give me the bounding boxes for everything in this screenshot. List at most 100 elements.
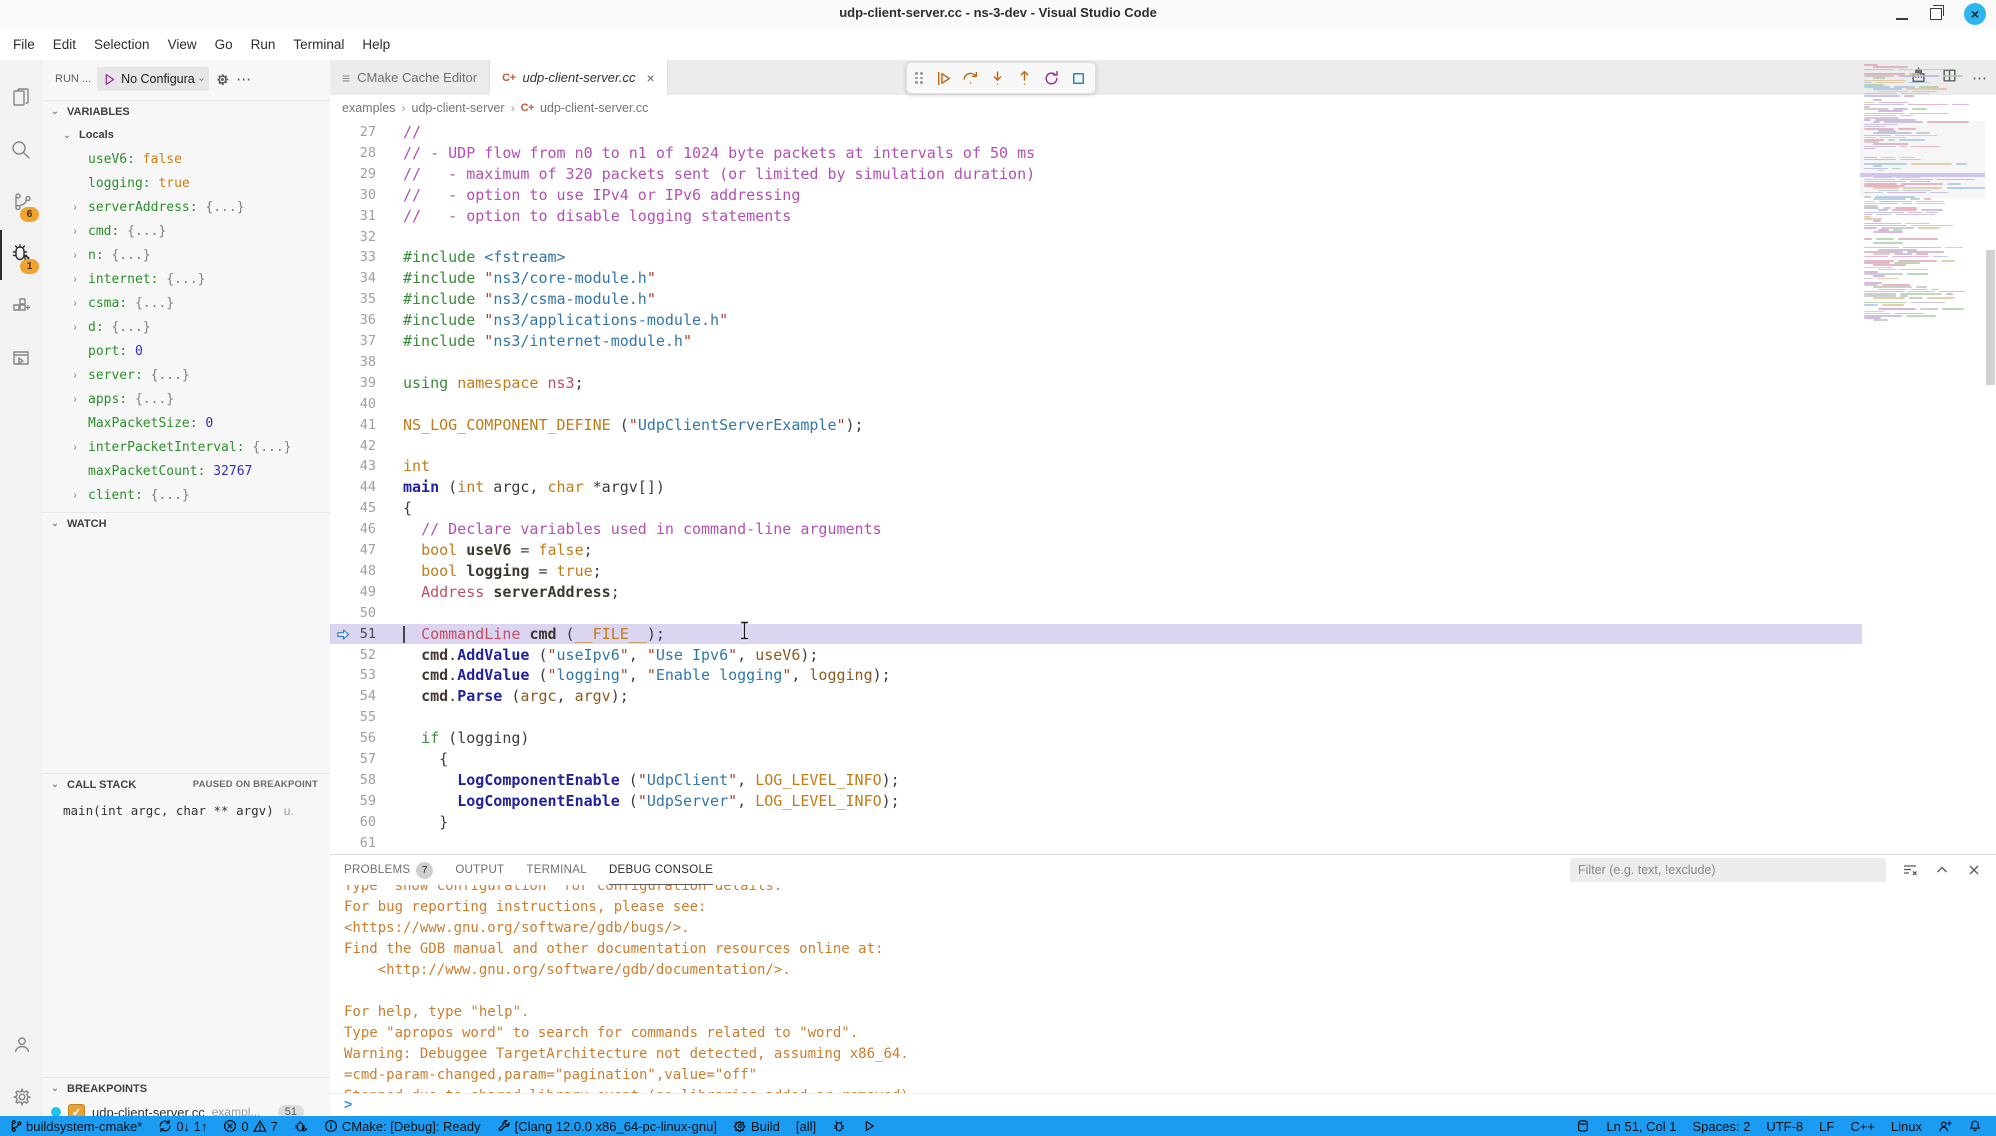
restart-icon[interactable] [1043,70,1060,87]
code-line[interactable]: 50 [330,603,1862,624]
line-number[interactable]: 58 [330,770,376,791]
chevron-up-icon[interactable] [1934,862,1950,878]
code-line[interactable]: 58 LogComponentEnable ("UdpClient", LOG_… [330,770,1862,791]
variable-row[interactable]: ›client: {...} [43,484,330,508]
views-more-actions-icon[interactable]: ⋯ [236,70,252,88]
code-line[interactable]: 34#include "ns3/core-module.h" [330,268,1862,289]
line-number[interactable]: 48 [330,561,376,582]
code-line[interactable]: 54 cmd.Parse (argc, argv); [330,686,1862,707]
line-number[interactable]: 28 [330,143,376,164]
status-item[interactable] [1930,1116,1960,1136]
line-number[interactable]: 52 [330,645,376,666]
variable-row[interactable]: ›server: {...} [43,364,330,388]
code-line[interactable]: 45{ [330,498,1862,519]
code-line[interactable]: 55 [330,707,1862,728]
code-line[interactable]: 37#include "ns3/internet-module.h" [330,331,1862,352]
menu-item-file[interactable]: File [4,31,44,58]
variable-row[interactable]: ›interPacketInterval: {...} [43,436,330,460]
variable-row[interactable]: maxPacketCount: 32767 [43,460,330,484]
status-item--clang-12-0-0-x86-64-pc-linux-gnu-[interactable]: [Clang 12.0.0 x86_64-pc-linux-gnu] [489,1116,725,1136]
tab-cmake-cache-editor[interactable]: ≡CMake Cache Editor [330,60,490,95]
line-number[interactable]: 29 [330,164,376,185]
tab-close-icon[interactable]: × [646,70,654,86]
status-item[interactable] [1960,1116,1990,1136]
line-number[interactable]: 36 [330,310,376,331]
minimap[interactable] [1860,60,1985,794]
debug-config-dropdown[interactable]: No Configura › [97,67,209,91]
code-line[interactable]: 52 cmd.AddValue ("useIpv6", "Use Ipv6", … [330,645,1862,666]
status-item-c-[interactable]: C++ [1842,1116,1883,1136]
status-item-0-1-[interactable]: 0↓ 1↑ [150,1116,215,1136]
breadcrumb-item[interactable]: udp-client-server [412,101,505,115]
toolbar-drag-handle[interactable] [915,72,923,84]
line-number[interactable]: 31 [330,206,376,227]
variable-row[interactable]: ›csma: {...} [43,292,330,316]
code-line[interactable]: 47 bool useV6 = false; [330,540,1862,561]
variable-row[interactable]: MaxPacketSize: 0 [43,412,330,436]
menu-item-terminal[interactable]: Terminal [284,31,353,58]
status-item-ln-51-col-1[interactable]: Ln 51, Col 1 [1598,1116,1684,1136]
activity-item-settings-gear-icon[interactable] [0,1072,43,1122]
line-number[interactable]: 38 [330,352,376,373]
debug-console-input[interactable]: > [330,1093,1996,1116]
variable-row[interactable]: port: 0 [43,340,330,364]
code-line[interactable]: 61 [330,833,1862,854]
line-number[interactable]: 44 [330,477,376,498]
code-line[interactable]: 42 [330,436,1862,457]
line-number[interactable]: 55 [330,707,376,728]
status-item-cmake-debug-ready[interactable]: CMake: [Debug]: Ready [316,1116,489,1136]
status-item[interactable] [824,1116,854,1136]
activity-item-cmake-icon[interactable] [0,334,43,384]
panel-tab-debug-console[interactable]: DEBUG CONSOLE [609,855,713,885]
code-line[interactable]: 59 LogComponentEnable ("UdpServer", LOG_… [330,791,1862,812]
line-number[interactable]: 45 [330,498,376,519]
activity-item-run-debug-icon[interactable]: 1 [0,230,43,280]
line-number[interactable]: 41 [330,415,376,436]
activity-item-extensions-icon[interactable] [0,282,43,332]
line-number[interactable]: 42 [330,436,376,457]
variable-row[interactable]: ›apps: {...} [43,388,330,412]
call-stack-section-header[interactable]: ⌄CALL STACKPAUSED ON BREAKPOINT [43,773,330,795]
line-number[interactable]: 40 [330,394,376,415]
step-over-icon[interactable] [962,70,979,87]
line-number[interactable]: 54 [330,686,376,707]
variable-row[interactable]: ›internet: {...} [43,268,330,292]
variable-row[interactable]: logging: true [43,172,330,196]
variable-row[interactable]: ›d: {...} [43,316,330,340]
code-line[interactable]: 32 [330,227,1862,248]
status-item-build[interactable]: Build [725,1116,788,1136]
watch-section-header[interactable]: ⌄WATCH [43,512,330,534]
line-number[interactable]: 49 [330,582,376,603]
stack-frame-row[interactable]: main(int argc, char ** argv)u. [63,800,326,822]
variable-row[interactable]: ›serverAddress: {...} [43,196,330,220]
line-number[interactable]: 46 [330,519,376,540]
status-item-spaces-2[interactable]: Spaces: 2 [1685,1116,1759,1136]
status-item-0[interactable]: 07 [215,1116,285,1136]
debug-settings-gear-icon[interactable] [215,72,230,87]
menu-item-view[interactable]: View [159,31,206,58]
line-number[interactable]: 56 [330,728,376,749]
menu-item-run[interactable]: Run [242,31,285,58]
line-number[interactable]: 32 [330,227,376,248]
status-item-buildsystem-cmake-[interactable]: buildsystem-cmake* [0,1116,150,1136]
line-number[interactable]: 60 [330,812,376,833]
tab-udp-client-server-cc[interactable]: C+udp-client-server.cc× [490,60,668,95]
code-line[interactable]: 41NS_LOG_COMPONENT_DEFINE ("UdpClientSer… [330,415,1862,436]
activity-item-search-icon[interactable] [0,126,43,176]
panel-tab-output[interactable]: OUTPUT [455,856,504,885]
menu-item-help[interactable]: Help [353,31,399,58]
code-editor[interactable]: 27//28// - UDP flow from n0 to n1 of 102… [330,120,1996,854]
code-line[interactable]: 28// - UDP flow from n0 to n1 of 1024 by… [330,143,1862,164]
line-number[interactable]: 53 [330,665,376,686]
code-line[interactable]: 51 CommandLine cmd (__FILE__); [330,624,1862,645]
line-number[interactable]: 57 [330,749,376,770]
continue-icon[interactable] [935,70,952,87]
code-line[interactable]: 27// [330,122,1862,143]
code-line[interactable]: 46 // Declare variables used in command-… [330,519,1862,540]
code-line[interactable]: 44main (int argc, char *argv[]) [330,477,1862,498]
close-icon[interactable]: × [1964,3,1986,25]
status-item[interactable] [1568,1116,1598,1136]
breadcrumb-item[interactable]: examples [342,101,396,115]
activity-item-files-icon[interactable] [0,74,43,124]
variable-row[interactable]: useV6: false [43,148,330,172]
